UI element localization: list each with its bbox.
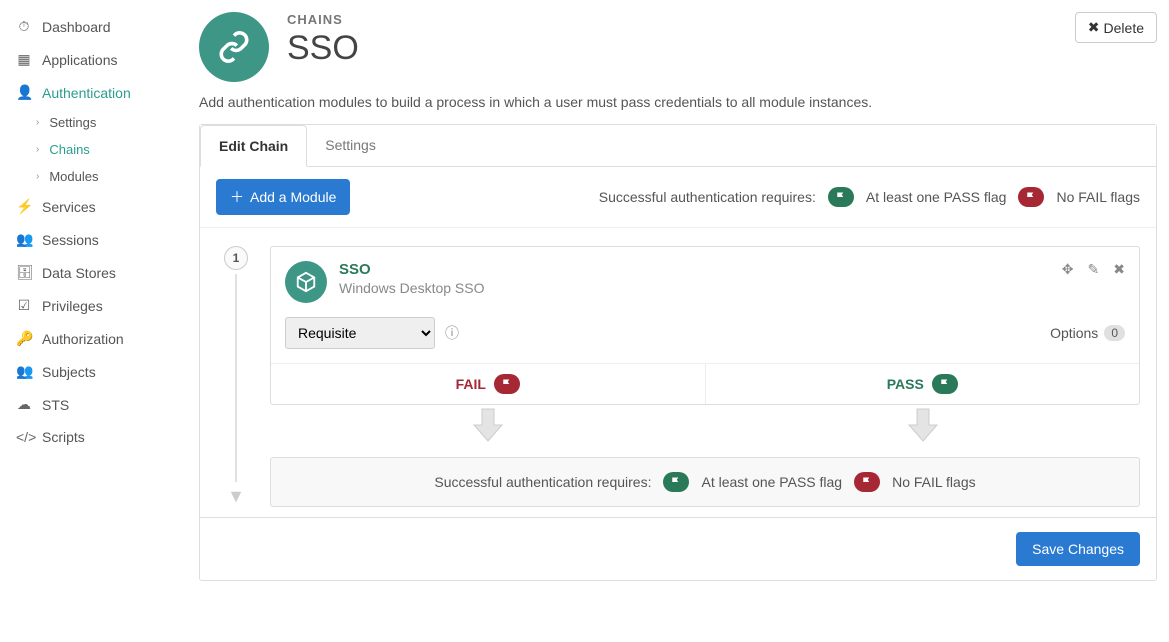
options-count-badge: 0 [1104,325,1125,341]
chevron-right-icon: › [36,171,39,182]
requirements-text: Successful authentication requires: At l… [599,187,1140,207]
module-title: SSO [339,261,485,278]
tabs: Edit Chain Settings [200,125,1156,167]
apps-icon: ▦ [16,51,32,68]
page-description: Add authentication modules to build a pr… [199,94,1157,110]
user-icon: 👤 [16,84,32,101]
summary-box: Successful authentication requires: At l… [270,457,1140,507]
sidebar-item-dashboard[interactable]: ⏱Dashboard [0,10,195,43]
close-icon: ✖ [1088,19,1100,36]
sidebar-item-applications[interactable]: ▦Applications [0,43,195,76]
flag-icon [854,472,880,492]
sidebar-item-data-stores[interactable]: 🗄Data Stores [0,256,195,289]
flag-icon [494,374,520,394]
chain-icon [199,12,269,82]
group-icon: 👥 [16,363,32,380]
remove-icon[interactable]: ✖ [1113,261,1125,278]
sidebar-item-services[interactable]: ⚡Services [0,190,195,223]
outcome-fail: FAIL [271,364,705,404]
tab-edit-chain[interactable]: Edit Chain [200,125,307,167]
sidebar: ⏱Dashboard ▦Applications 👤Authentication… [0,0,195,593]
main-content: CHAINS SSO ✖Delete Add authentication mo… [195,0,1169,593]
key-icon: 🔑 [16,330,32,347]
sidebar-sub-settings[interactable]: ›Settings [20,109,195,136]
arrow-down-icon: ▼ [227,486,245,507]
add-module-button[interactable]: ＋Add a Module [216,179,350,215]
users-icon: 👥 [16,231,32,248]
sidebar-item-authorization[interactable]: 🔑Authorization [0,322,195,355]
arrow-down-icon [705,405,1140,451]
outcome-pass: PASS [705,364,1140,404]
criteria-select[interactable]: Requisite [285,317,435,349]
flag-icon [1018,187,1044,207]
options-toggle[interactable]: Options 0 [1050,325,1125,341]
sts-icon: ☁ [16,396,32,413]
module-card: SSO Windows Desktop SSO ✥ ✎ ✖ [270,246,1140,405]
edit-icon[interactable]: ✎ [1088,261,1100,278]
check-icon: ☑ [16,297,32,314]
toolbar: ＋Add a Module Successful authentication … [200,167,1156,228]
bolt-icon: ⚡ [16,198,32,215]
sidebar-item-sts[interactable]: ☁STS [0,388,195,421]
dashboard-icon: ⏱ [16,18,32,35]
flag-icon [663,472,689,492]
plus-icon: ＋ [230,187,244,207]
tab-settings[interactable]: Settings [307,125,394,166]
sidebar-item-scripts[interactable]: </>Scripts [0,421,195,453]
save-button[interactable]: Save Changes [1016,532,1140,566]
breadcrumb-eyebrow: CHAINS [287,12,1057,27]
sidebar-item-privileges[interactable]: ☑Privileges [0,289,195,322]
sidebar-item-authentication[interactable]: 👤Authentication [0,76,195,109]
code-icon: </> [16,429,32,445]
chevron-right-icon: › [36,144,39,155]
database-icon: 🗄 [16,264,32,281]
chevron-right-icon: › [36,117,39,128]
delete-button[interactable]: ✖Delete [1075,12,1157,43]
move-icon[interactable]: ✥ [1062,261,1074,278]
main-panel: Edit Chain Settings ＋Add a Module Succes… [199,124,1157,581]
page-title: SSO [287,29,1057,68]
sidebar-item-subjects[interactable]: 👥Subjects [0,355,195,388]
sidebar-sub-modules[interactable]: ›Modules [20,163,195,190]
module-icon [285,261,327,303]
arrow-down-icon [270,405,705,451]
module-subtitle: Windows Desktop SSO [339,280,485,296]
flag-icon [828,187,854,207]
flag-icon [932,374,958,394]
sidebar-sub-chains[interactable]: ›Chains [20,136,195,163]
step-number: 1 [224,246,248,270]
info-icon[interactable]: ⓘ [445,323,459,343]
sidebar-item-sessions[interactable]: 👥Sessions [0,223,195,256]
